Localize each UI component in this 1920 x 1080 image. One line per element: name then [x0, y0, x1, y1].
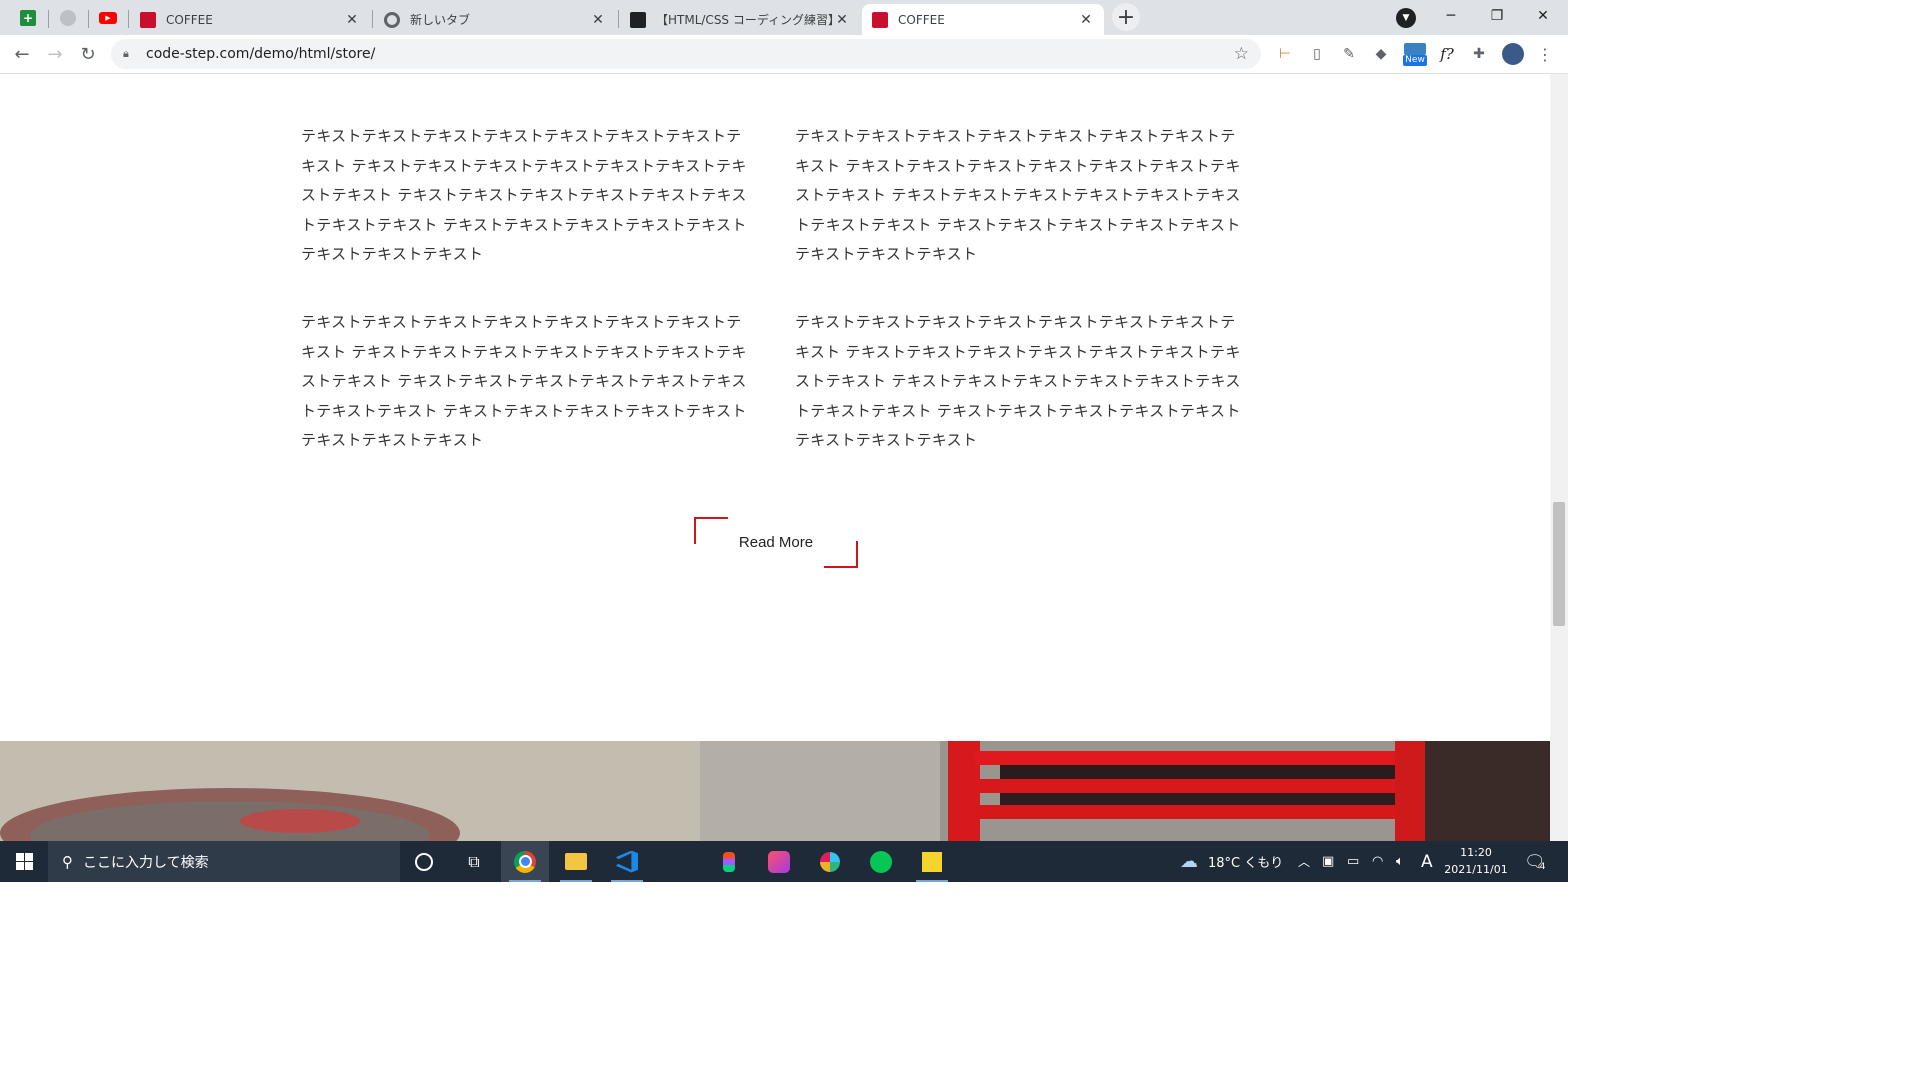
new-tab-button[interactable]: +: [1112, 3, 1140, 31]
taskbar-clock[interactable]: 11:20 2021/11/01: [1440, 844, 1512, 878]
tab-new-tab[interactable]: 新しいタブ ✕: [374, 4, 616, 35]
web-page: テキストテキストテキストテキストテキストテキストテキストテキスト テキストテキス…: [0, 74, 1550, 841]
tab-codestep[interactable]: 【HTML/CSS コーディング練習】中級 ✕: [620, 4, 860, 35]
url-text[interactable]: code-step.com/demo/html/store/: [146, 46, 1234, 62]
close-window-button[interactable]: ✕: [1520, 0, 1566, 32]
search-placeholder: ここに入力して検索: [83, 854, 209, 871]
youtube-icon: ▶: [99, 11, 117, 24]
generic-site-icon: [60, 9, 76, 26]
extension-dark-icon[interactable]: ◆: [1370, 43, 1392, 65]
read-more-button[interactable]: Read More: [694, 517, 858, 568]
text-paragraph: テキストテキストテキストテキストテキストテキストテキストテキスト テキストテキス…: [301, 313, 747, 449]
browser-toolbar: ← → ↻ 🔒︎ code-step.com/demo/html/store/ …: [0, 35, 1568, 74]
weather-text: 18°C くもり: [1208, 856, 1284, 871]
back-button[interactable]: ←: [9, 41, 35, 67]
line-icon[interactable]: [857, 841, 905, 882]
text-paragraph: テキストテキストテキストテキストテキストテキストテキストテキスト テキストテキス…: [795, 127, 1241, 263]
notification-count: 4: [1539, 861, 1546, 872]
creative-cloud-icon[interactable]: [755, 841, 803, 882]
close-icon[interactable]: ✕: [590, 12, 606, 28]
bookmark-star-icon[interactable]: ☆: [1234, 44, 1249, 64]
slack-icon[interactable]: [806, 841, 854, 882]
chrome-icon: [384, 11, 400, 28]
windows-taskbar: ⚲ ここに入力して検索 ⧉ ☁ 18°C くもり ︿ ▣ ▭ ◠ 🔈︎ A 11…: [0, 841, 1568, 882]
search-icon: ⚲: [62, 852, 73, 871]
extension-ruler-icon[interactable]: ⊢: [1274, 43, 1296, 65]
profile-avatar[interactable]: [1502, 43, 1524, 65]
new-badge-extension[interactable]: New: [1403, 43, 1427, 67]
close-icon[interactable]: ✕: [834, 12, 850, 28]
coffee-favicon: [872, 11, 888, 28]
corner-bracket-top-left: [694, 517, 728, 544]
task-view-icon[interactable]: ⧉: [450, 841, 498, 882]
sticky-notes-icon[interactable]: [908, 841, 956, 882]
pinned-tab-youtube[interactable]: ▶: [88, 4, 128, 31]
chrome-taskbar-icon[interactable]: [501, 841, 549, 882]
new-badge-label: New: [1403, 55, 1427, 66]
vscode-icon[interactable]: [603, 841, 651, 882]
tab-strip: + ▶ COFFEE ✕ 新しいタブ ✕ 【HTML/CSS コーディング練習】…: [0, 0, 1568, 35]
puzzle-extensions-icon[interactable]: ✚: [1468, 43, 1490, 65]
cafe-street-photo: [0, 741, 1550, 841]
eyedropper-icon[interactable]: ✎: [1338, 43, 1360, 65]
taskbar-search-box[interactable]: ⚲ ここに入力して検索: [48, 841, 400, 882]
corner-bracket-bottom-right: [824, 541, 858, 568]
windows-logo-icon: [15, 853, 33, 870]
start-button[interactable]: [0, 841, 48, 882]
read-more-label: Read More: [738, 534, 814, 551]
codestep-favicon: [630, 11, 646, 28]
tray-expand-icon[interactable]: ︿: [1298, 841, 1310, 882]
coffee-favicon: [140, 11, 156, 28]
battery-icon[interactable]: ▭: [1347, 841, 1359, 882]
weather-widget[interactable]: ☁ 18°C くもり: [1180, 841, 1283, 882]
figma-icon[interactable]: [705, 841, 753, 882]
volume-icon[interactable]: 🔈︎: [1396, 841, 1404, 882]
tab-search-icon[interactable]: ▼: [1396, 8, 1416, 28]
file-explorer-icon[interactable]: [552, 841, 600, 882]
reload-button[interactable]: ↻: [75, 41, 101, 67]
ime-indicator[interactable]: A: [1421, 841, 1433, 882]
pinned-tab-site[interactable]: [48, 4, 88, 31]
close-icon[interactable]: ✕: [344, 12, 360, 28]
clock-date: 2021/11/01: [1444, 863, 1508, 876]
tab-coffee-1[interactable]: COFFEE ✕: [130, 4, 370, 35]
tab-title: 【HTML/CSS コーディング練習】中級: [656, 13, 834, 27]
minimize-button[interactable]: ─: [1428, 0, 1474, 32]
lock-icon[interactable]: 🔒︎: [123, 47, 137, 61]
cortana-icon[interactable]: [400, 841, 448, 882]
restore-button[interactable]: ❐: [1474, 0, 1520, 32]
font-ext-icon[interactable]: f?: [1436, 43, 1458, 65]
text-paragraph: テキストテキストテキストテキストテキストテキストテキストテキスト テキストテキス…: [795, 313, 1241, 449]
address-bar[interactable]: 🔒︎ code-step.com/demo/html/store/ ☆: [111, 39, 1261, 69]
pinned-tab-sheets[interactable]: +: [8, 4, 48, 31]
wifi-icon[interactable]: ◠: [1372, 841, 1383, 882]
bookmark-ext-icon[interactable]: ▯: [1306, 43, 1328, 65]
google-sheets-icon: +: [20, 9, 36, 26]
clock-time: 11:20: [1460, 846, 1492, 859]
tray-app-icon[interactable]: ▣: [1322, 841, 1334, 882]
close-icon[interactable]: ✕: [1078, 12, 1094, 28]
tab-title: 新しいタブ: [410, 13, 471, 27]
scrollbar-thumb[interactable]: [1553, 502, 1565, 626]
page-scrollbar[interactable]: [1550, 74, 1568, 841]
tab-coffee-active[interactable]: COFFEE ✕: [862, 4, 1104, 35]
tab-title: COFFEE: [166, 12, 213, 27]
tab-title: COFFEE: [898, 12, 945, 27]
notification-center[interactable]: 🗨︎ 4: [1524, 841, 1546, 882]
forward-button[interactable]: →: [42, 41, 68, 67]
text-paragraph: テキストテキストテキストテキストテキストテキストテキストテキスト テキストテキス…: [301, 127, 747, 263]
menu-kebab-icon[interactable]: ⋮: [1534, 43, 1556, 65]
cloud-icon: ☁: [1180, 851, 1198, 872]
